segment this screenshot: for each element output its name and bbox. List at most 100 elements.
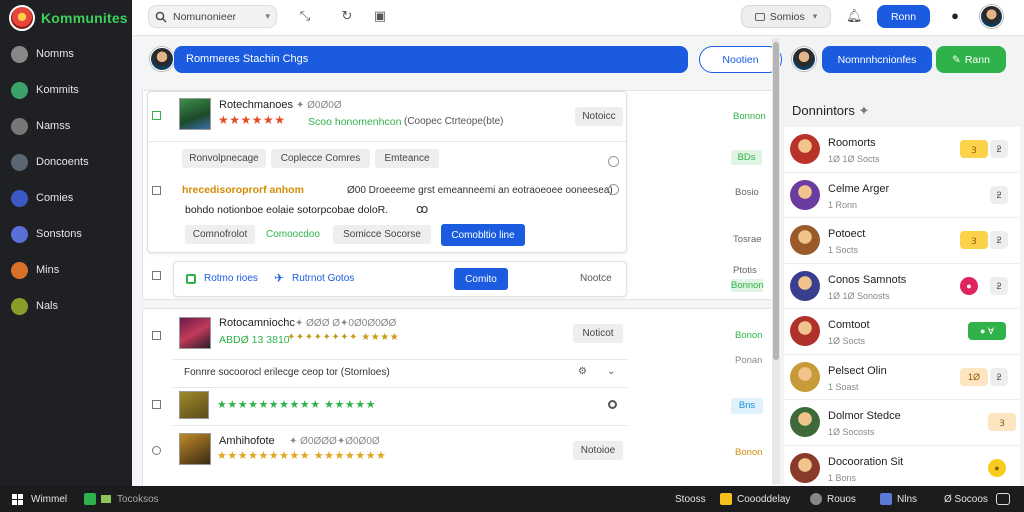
sidebar-item[interactable]: Kommits <box>0 72 132 108</box>
row-checkbox[interactable] <box>152 446 161 455</box>
info-icon[interactable] <box>608 156 619 167</box>
post-title[interactable]: Rotocamniochc <box>219 317 295 329</box>
sidebar-item[interactable]: Namss <box>0 108 132 144</box>
sidebar-item[interactable]: Comies <box>0 180 132 216</box>
tray-item[interactable]: Stooss <box>675 486 706 512</box>
post-thumbnail[interactable] <box>179 433 211 465</box>
panel-user-button[interactable]: Nomnnhcnionfes <box>822 46 932 73</box>
chip[interactable]: Ronvolpnecage <box>182 149 266 168</box>
post-tag[interactable]: Noticot <box>573 324 623 343</box>
post-tag[interactable]: Notoioe <box>573 441 623 460</box>
link[interactable]: Rotmo rioes <box>204 273 258 284</box>
share-icon[interactable]: ✈ <box>274 271 284 285</box>
contributor-avatar[interactable] <box>790 316 820 346</box>
tray-item[interactable]: Coooddelay <box>720 486 790 512</box>
contributor-count[interactable]: ƻ <box>990 140 1008 158</box>
contributor-name[interactable]: Pelsect Olin <box>828 365 887 377</box>
chevron-down-icon[interactable]: ▾ <box>265 11 270 22</box>
tray-item[interactable]: Rouos <box>810 486 856 512</box>
contributor-avatar[interactable] <box>790 225 820 255</box>
action-link[interactable]: Comoocdoo <box>266 229 320 240</box>
settings-icon[interactable]: ⚙ <box>578 366 587 377</box>
post-title[interactable]: Amhihofote <box>219 435 275 447</box>
row-checkbox[interactable] <box>152 111 161 120</box>
post-thumbnail[interactable] <box>179 98 211 130</box>
panel-action-button[interactable]: ✎ Rann <box>936 46 1006 73</box>
contributor-item[interactable]: Comtoot 1Ø Socts ● Ɐ <box>784 309 1020 355</box>
composer-input[interactable]: Rommeres Stachin Chgs <box>174 46 688 73</box>
contributor-name[interactable]: Potoect <box>828 228 865 240</box>
notification-center-button[interactable] <box>996 486 1010 512</box>
contributor-name[interactable]: Roomorts <box>828 137 876 149</box>
window-icon[interactable]: ▣ <box>372 8 388 24</box>
start-button[interactable]: Wimmel <box>12 486 67 512</box>
contributor-count[interactable]: ƻ <box>990 276 1008 295</box>
contributor-item[interactable]: Conos Samnots 1Ø 1Ø Sonosts ● ƻ <box>784 264 1020 309</box>
user-avatar[interactable] <box>980 5 1003 28</box>
notification-icon[interactable]: ● <box>947 8 963 24</box>
post-tag[interactable]: Notoicc <box>575 107 623 126</box>
reaction-icon[interactable]: ꝏ <box>416 202 428 216</box>
contributor-avatar[interactable] <box>790 134 820 164</box>
sidebar-item[interactable]: Mins <box>0 252 132 288</box>
composer-avatar[interactable] <box>150 47 174 71</box>
search-input[interactable]: Nomunonieer <box>173 11 265 23</box>
contributor-item[interactable]: Celme Arger 1 Ronn ƻ <box>784 173 1020 218</box>
row-button[interactable]: Comito <box>454 268 508 290</box>
post-card[interactable]: Rotechmanoes ✦ Ø0Ø0Ø ★★★★★★ Scoo honomen… <box>147 91 627 253</box>
contributor-count[interactable]: ƻ <box>990 367 1008 386</box>
composer-button[interactable]: Nootien <box>699 46 782 73</box>
chip[interactable]: Emteance <box>375 149 439 168</box>
contributor-avatar[interactable] <box>790 407 820 437</box>
action-button[interactable]: Comnofrolot <box>185 225 255 244</box>
primary-button[interactable]: Ronn <box>877 5 930 28</box>
contributor-name[interactable]: Dolmor Stedce <box>828 410 901 422</box>
tray-item[interactable]: Nlns <box>880 486 917 512</box>
row-checkbox[interactable] <box>152 400 161 409</box>
scrollbar[interactable] <box>772 38 780 484</box>
contributor-name[interactable]: Celme Arger <box>828 183 889 195</box>
contributor-avatar[interactable] <box>790 270 820 301</box>
chip[interactable]: Coplecce Comres <box>271 149 370 168</box>
contributor-count[interactable]: ƻ <box>990 185 1008 204</box>
contributor-name[interactable]: Comtoot <box>828 319 870 331</box>
info-icon[interactable] <box>608 184 619 195</box>
row-tag[interactable]: Nootce <box>580 273 612 284</box>
bell-icon[interactable]: 🔔︎ <box>846 8 863 24</box>
radio-icon[interactable] <box>608 400 617 409</box>
contributor-item[interactable]: Roomorts 1Ø 1Ø Socts Ɜ ƻ <box>784 127 1020 173</box>
post-primary-button[interactable]: Comobltio line <box>441 224 525 246</box>
brand[interactable]: Kommunites <box>0 0 132 36</box>
post-subtitle[interactable]: Scoo honomenhcon <box>308 116 401 128</box>
sidebar-item[interactable]: Sonstons <box>0 216 132 252</box>
contributor-avatar[interactable] <box>790 452 820 483</box>
post-thumbnail[interactable] <box>179 317 211 349</box>
link[interactable]: Rutrnot Gotos <box>292 273 354 284</box>
contributor-avatar[interactable] <box>790 361 820 392</box>
row-checkbox[interactable] <box>152 186 161 195</box>
post-highlight[interactable]: hrecedisoroprorf anhom <box>182 184 304 196</box>
contributor-name[interactable]: Docooration Sit <box>828 456 903 468</box>
filter-select[interactable]: Somios ▾ <box>741 5 831 28</box>
contributor-item[interactable]: Pelsect Olin 1 Soast 1Ø ƻ <box>784 355 1020 400</box>
expand-icon[interactable]: ⤡ <box>297 8 313 24</box>
sidebar-item[interactable]: Nals <box>0 288 132 324</box>
action-button[interactable]: Somicce Socorse <box>333 225 431 244</box>
panel-avatar[interactable] <box>792 47 816 71</box>
post-title[interactable]: Rotechmanoes <box>219 99 293 111</box>
contributor-count[interactable]: ƻ <box>990 231 1008 249</box>
tray-item[interactable]: Ø Socoos <box>944 486 988 512</box>
post-thumbnail[interactable] <box>179 391 209 419</box>
contributor-name[interactable]: Conos Samnots <box>828 274 906 286</box>
refresh-icon[interactable]: ↻ <box>339 8 355 24</box>
contributor-item[interactable]: Docooration Sit 1 Bons ● <box>784 446 1020 491</box>
sidebar-item[interactable]: Doncoents <box>0 144 132 180</box>
chevron-down-icon[interactable]: ⌄ <box>607 366 615 377</box>
contributor-item[interactable]: Dolmor Stedce 1Ø Socosts Ɜ <box>784 400 1020 446</box>
search-box[interactable]: Nomunonieer ▾ <box>148 5 277 28</box>
contributor-avatar[interactable] <box>790 179 820 210</box>
scroll-thumb[interactable] <box>773 42 779 360</box>
contributor-item[interactable]: Potoect 1 Socts Ɜ ƻ <box>784 218 1020 264</box>
row-checkbox[interactable] <box>152 271 161 280</box>
sidebar-item[interactable]: Nomms <box>0 36 132 72</box>
